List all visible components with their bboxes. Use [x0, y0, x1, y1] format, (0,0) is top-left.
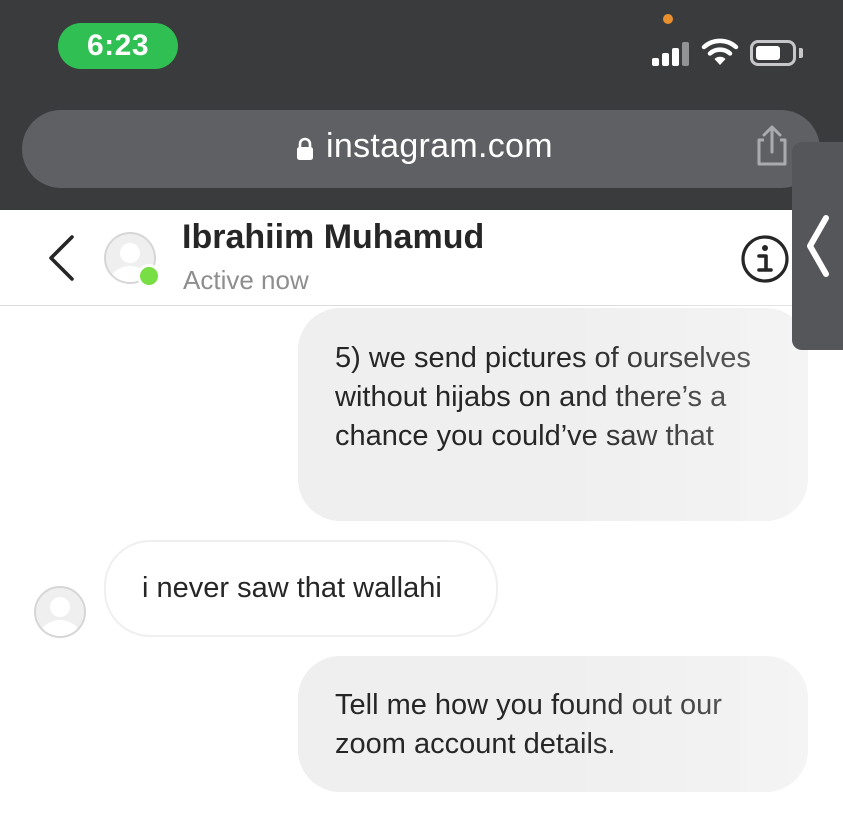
battery-tip	[799, 48, 803, 58]
sidebar-chevron-icon	[807, 215, 829, 277]
message-outgoing[interactable]: 5) we send pictures of ourselves without…	[298, 308, 808, 521]
lock-icon	[297, 137, 313, 160]
message-incoming[interactable]: i never saw that wallahi	[104, 540, 498, 637]
avatar-icon	[40, 597, 80, 636]
camera-indicator-icon	[663, 14, 673, 24]
url-text[interactable]: instagram.com	[326, 127, 553, 166]
online-indicator	[137, 264, 161, 288]
contact-name[interactable]: Ibrahiim Muhamud	[182, 218, 484, 257]
wifi-icon	[701, 38, 739, 65]
status-time: 6:23	[58, 23, 178, 69]
share-icon[interactable]	[752, 124, 792, 168]
battery-icon	[750, 40, 796, 66]
info-icon[interactable]	[740, 234, 790, 284]
contact-status: Active now	[183, 265, 309, 295]
sender-avatar[interactable]	[34, 586, 86, 638]
back-chevron-icon[interactable]	[46, 234, 76, 282]
message-outgoing[interactable]: Tell me how you found out our zoom accou…	[298, 656, 808, 792]
sidebar-handle[interactable]	[792, 142, 843, 350]
signal-icon	[652, 42, 690, 66]
